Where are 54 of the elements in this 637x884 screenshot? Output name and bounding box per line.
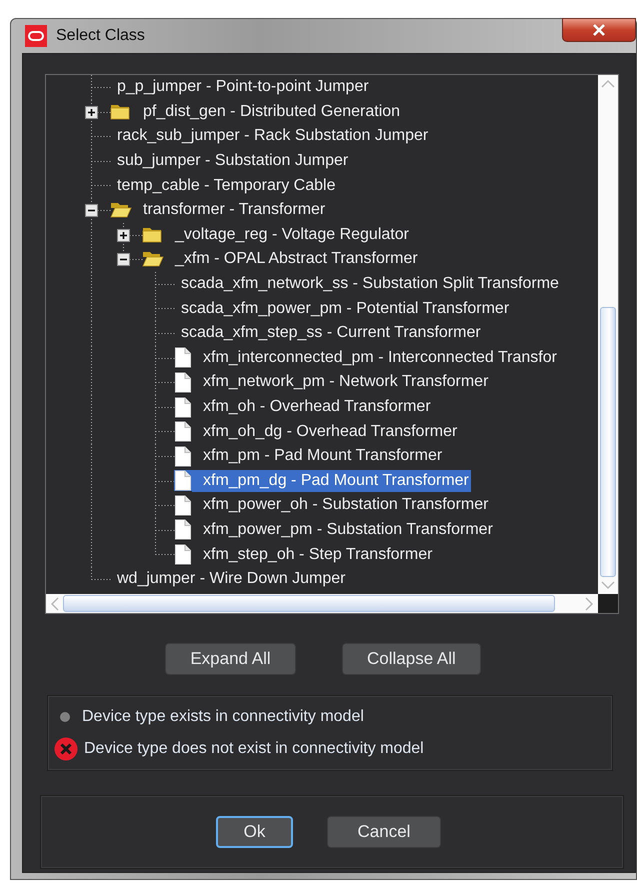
tree-item[interactable]: p_p_jumper - Point-to-point Jumper (115, 76, 371, 98)
legend-label: Device type does not exist in connectivity model (84, 740, 424, 758)
scrollbar-thumb[interactable] (600, 307, 616, 577)
tree-item[interactable]: xfm_power_pm - Substation Transformer (192, 518, 495, 541)
open-folder-icon (142, 250, 164, 268)
tree-action-button[interactable]: Expand All (165, 643, 296, 675)
close-button[interactable] (562, 18, 636, 42)
file-icon (174, 519, 192, 540)
folder-icon (110, 102, 132, 121)
file-icon (174, 347, 192, 368)
tree-item[interactable]: xfm_pm - Pad Mount Transformer (192, 445, 444, 468)
tree-action-button[interactable]: Collapse All (342, 643, 481, 675)
error-icon (54, 737, 78, 761)
tree-item[interactable]: transformer - Transformer (141, 199, 328, 222)
expand-toggle[interactable] (85, 106, 98, 119)
tree-item[interactable]: xfm_oh - Overhead Transformer (192, 396, 433, 418)
tree-item[interactable]: xfm_network_pm - Network Transformer (192, 371, 490, 394)
legend-label: Device type exists in connectivity model (82, 708, 364, 726)
app-icon (25, 25, 47, 47)
file-icon (174, 446, 192, 467)
file-icon (174, 421, 192, 442)
tree-item[interactable]: pf_dist_gen - Distributed Generation (141, 100, 402, 123)
tree-item[interactable]: xfm_oh_dg - Overhead Transformer (192, 420, 460, 443)
tree-item[interactable]: sub_jumper - Substation Jumper (115, 150, 350, 172)
file-icon (174, 494, 192, 516)
tree-item[interactable]: scada_xfm_power_pm - Potential Transformer (179, 298, 512, 320)
file-icon (174, 544, 192, 566)
window-title: Select Class (56, 27, 145, 45)
open-folder-icon (110, 201, 132, 220)
scrollbar-corner (598, 594, 618, 613)
tree-item[interactable]: wd_jumper - Wire Down Jumper (115, 568, 348, 590)
tree-item[interactable]: xfm_step_oh - Step Transformer (192, 544, 434, 566)
tree-item[interactable]: _voltage_reg - Voltage Regulator (173, 224, 411, 246)
collapse-toggle[interactable] (117, 253, 130, 266)
horizontal-scrollbar[interactable] (46, 594, 598, 613)
dialog-button[interactable]: Ok (216, 816, 293, 848)
dialog-button[interactable]: Cancel (327, 816, 441, 848)
folder-icon (142, 226, 164, 244)
tree-item[interactable]: xfm_pm_dg - Pad Mount Transformer (192, 470, 471, 492)
expand-toggle[interactable] (117, 228, 130, 242)
tree-item[interactable]: xfm_power_oh - Substation Transformer (192, 494, 490, 516)
tree-item[interactable]: scada_xfm_step_ss - Current Transformer (179, 322, 483, 344)
tree-item[interactable]: xfm_interconnected_pm - Interconnected Transfor (192, 346, 559, 369)
vertical-scrollbar[interactable] (598, 75, 618, 594)
tree-item[interactable]: _xfm - OPAL Abstract Transformer (173, 248, 420, 270)
collapse-toggle[interactable] (85, 204, 98, 217)
close-icon (592, 24, 606, 36)
file-icon (174, 396, 192, 418)
tree-item[interactable]: temp_cable - Temporary Cable (115, 174, 338, 197)
tree-item[interactable]: rack_sub_jumper - Rack Substation Jumper (115, 125, 430, 148)
file-icon (174, 372, 192, 393)
scrollbar-thumb[interactable] (63, 595, 555, 612)
tree-item[interactable]: scada_xfm_network_ss - Substation Split Transforme (179, 273, 561, 296)
file-icon (174, 470, 192, 492)
